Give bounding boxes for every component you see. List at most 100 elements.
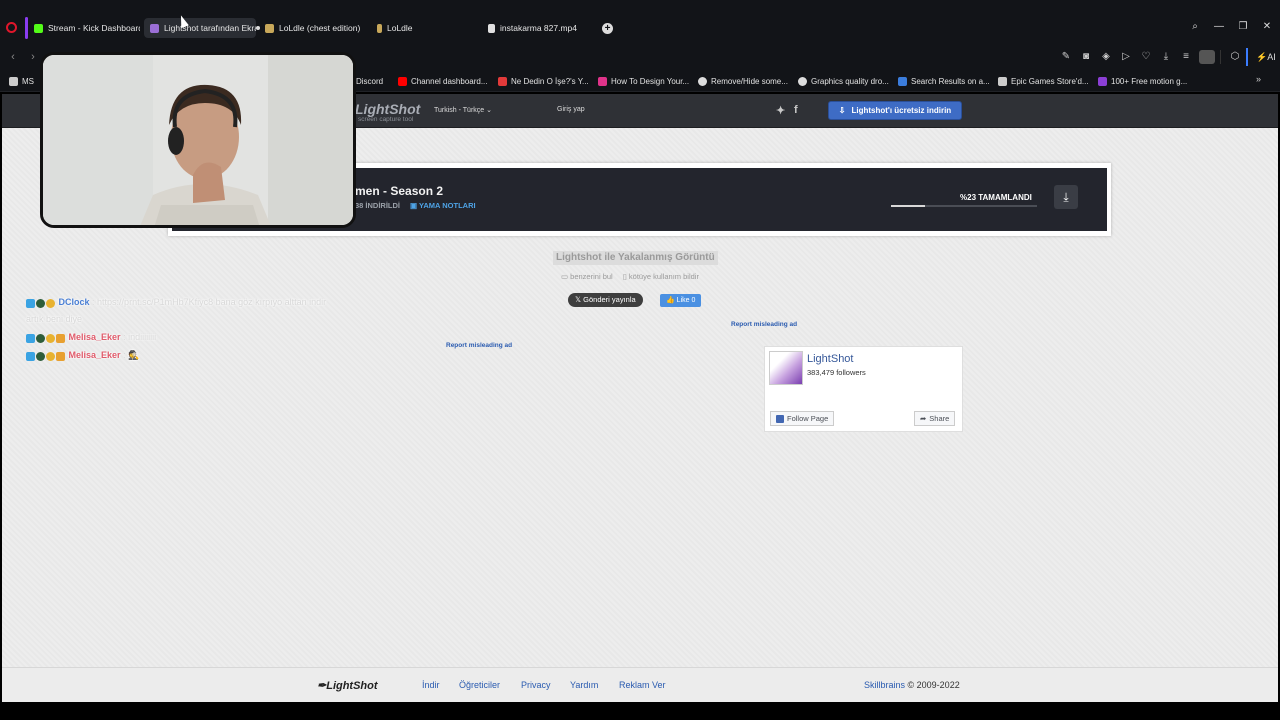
webcam-overlay xyxy=(40,52,356,228)
tab-instakarma[interactable]: instakarma 827.mp4 xyxy=(488,18,598,38)
forward-icon[interactable]: › xyxy=(26,50,40,64)
analytics-icon xyxy=(498,76,507,86)
share-button[interactable]: ➦ Share xyxy=(914,411,956,426)
toolbar-accent xyxy=(1246,48,1248,66)
profile-avatar[interactable] xyxy=(1199,50,1215,64)
report-ad-link-left[interactable]: Report misleading ad xyxy=(446,342,512,349)
chat-text: : indiiiiiiii xyxy=(123,332,157,342)
maximize-button[interactable]: ❐ xyxy=(1236,20,1250,34)
article-icon xyxy=(598,76,607,86)
facebook-icon[interactable]: f xyxy=(794,104,798,116)
download-icon[interactable]: ⤓ xyxy=(1159,50,1173,64)
play-icon[interactable]: ▷ xyxy=(1119,50,1133,64)
download-lightshot-button[interactable]: ⇩ Lightshot'ı ücretsiz indirin xyxy=(828,101,962,120)
follow-page-button[interactable]: Follow Page xyxy=(770,411,835,426)
ad-title: men - Season 2 xyxy=(355,184,444,198)
folder-icon xyxy=(9,76,18,86)
chat-username[interactable]: Melisa_Eker xyxy=(69,350,121,360)
tab-loldle[interactable]: LoLdle xyxy=(377,18,477,38)
language-select[interactable]: Turkish - Türkçe ⌄ xyxy=(434,106,492,114)
footer-logo[interactable]: ✒LightShot xyxy=(317,679,378,692)
gift-badge-icon xyxy=(56,351,65,361)
opera-logo-icon[interactable] xyxy=(6,22,17,33)
download-tray-icon: ⇩ xyxy=(838,106,846,115)
browser-window: { "tabs":[ {"label":"Stream - Kick Dashb… xyxy=(0,0,1280,720)
bookmark-ne-dedin[interactable]: Ne Dedin O İşe?'s Y... xyxy=(498,75,589,87)
youtube-icon xyxy=(398,76,407,86)
menu-icon[interactable]: ≡ xyxy=(1179,50,1193,64)
chat-username[interactable]: DClock xyxy=(59,297,90,307)
facebook-icon xyxy=(776,414,784,423)
footer-copyright: Skillbrains © 2009-2022 xyxy=(864,680,960,690)
epic-icon xyxy=(998,76,1007,86)
footer-link-privacy[interactable]: Privacy xyxy=(521,680,551,690)
bookmark-motion-graphics[interactable]: 100+ Free motion g... xyxy=(1098,75,1187,87)
feather-icon: ✒ xyxy=(317,680,327,692)
loldle-icon xyxy=(265,23,274,33)
kick-icon xyxy=(34,23,43,33)
report-abuse-link[interactable]: ▯ kötüye kullanım bildir xyxy=(623,272,699,281)
gift-badge-icon xyxy=(56,333,65,343)
close-window-button[interactable]: ✕ xyxy=(1260,20,1274,34)
shield-badge-icon xyxy=(36,298,45,308)
bookmark-how-to-design[interactable]: How To Design Your... xyxy=(598,75,689,87)
find-similar-link[interactable]: ▭ benzerini bul xyxy=(561,272,613,281)
lightshot-tagline: screen capture tool xyxy=(358,116,414,123)
twitter-icon[interactable]: ✦ xyxy=(776,104,785,117)
screenshot-links: ▭ benzerini bul ▯ kötüye kullanım bildir xyxy=(561,272,699,281)
share-icon: ➦ xyxy=(920,414,927,423)
camera-icon[interactable]: ◙ xyxy=(1079,50,1093,64)
moderator-badge-icon xyxy=(26,333,35,343)
new-tab-button[interactable]: + xyxy=(602,23,613,34)
chat-message: DClock : https://prnt.sc/P1mHb7Kfiyc8 ba… xyxy=(26,297,326,308)
bookmark-remove-hide[interactable]: Remove/Hide some... xyxy=(698,75,788,87)
login-link[interactable]: Giriş yap xyxy=(557,106,585,113)
bookmark-search-results[interactable]: Search Results on a... xyxy=(898,75,990,87)
report-ad-link[interactable]: Report misleading ad xyxy=(731,321,797,328)
streamer-silhouette xyxy=(43,55,353,225)
heart-icon[interactable]: ♡ xyxy=(1139,50,1153,64)
lightshot-feather-logo[interactable] xyxy=(769,351,803,385)
footer-link-download[interactable]: İndir xyxy=(422,680,440,690)
patch-notes-link[interactable]: ▣ YAMA NOTLARI xyxy=(410,201,476,210)
tab-kick-dashboard[interactable]: Stream - Kick Dashboard xyxy=(34,18,140,38)
tab-lightshot[interactable]: Lightshot tarafından Ekran xyxy=(144,18,256,38)
footer-link-advertise[interactable]: Reklam Ver xyxy=(619,680,666,690)
thumbs-up-icon: 👍 xyxy=(666,297,677,304)
bookmark-channel-dashboard[interactable]: Channel dashboard... xyxy=(398,75,488,87)
tab-audio-dot xyxy=(256,26,260,30)
cube-icon[interactable]: ⬡ xyxy=(1228,50,1242,64)
bookmark-epic-games[interactable]: Epic Games Store'd... xyxy=(998,75,1089,87)
fb-page-name[interactable]: LightShot xyxy=(807,353,853,365)
chat-badges xyxy=(26,298,56,308)
bookmark-graphics-quality[interactable]: Graphics quality dro... xyxy=(798,75,889,87)
sub-badge-icon xyxy=(46,298,55,308)
search-site-icon xyxy=(898,76,907,86)
search-tabs-icon[interactable]: ⌕ xyxy=(1188,20,1202,34)
tab-loldle-chest[interactable]: LoLdle (chest edition) xyxy=(265,18,367,38)
minimize-button[interactable]: — xyxy=(1212,20,1226,34)
ad-download-icon[interactable]: ⤓ xyxy=(1054,185,1078,209)
footer-link-tutorials[interactable]: Öğreticiler xyxy=(459,680,500,690)
tweet-button[interactable]: 𝕏 Gönderi yayınla xyxy=(568,293,643,307)
more-bookmarks-icon[interactable]: » xyxy=(1256,74,1261,84)
edit-icon[interactable]: ✎ xyxy=(1059,50,1073,64)
site-icon xyxy=(698,76,707,86)
moderator-badge-icon xyxy=(26,298,35,308)
bookmark-ms[interactable]: MS xyxy=(9,75,34,87)
notes-icon: ▣ xyxy=(410,201,420,210)
ad-progress-bar xyxy=(891,205,1037,207)
sidebar-accent xyxy=(25,17,28,39)
site-icon xyxy=(798,76,807,86)
sub-badge-icon xyxy=(46,333,55,343)
skillbrains-link[interactable]: Skillbrains xyxy=(864,680,905,690)
chat-username[interactable]: Melisa_Eker xyxy=(69,332,121,342)
ai-button[interactable]: ⚡AI xyxy=(1256,50,1276,64)
screenshot-caption: Lightshot ile Yakalanmış Görüntü xyxy=(553,251,718,265)
lightshot-logo[interactable]: LightShot xyxy=(355,101,420,117)
motion-icon xyxy=(1098,76,1107,86)
shield-icon[interactable]: ◈ xyxy=(1099,50,1113,64)
footer-link-help[interactable]: Yardım xyxy=(570,680,598,690)
back-icon[interactable]: ‹ xyxy=(6,50,20,64)
facebook-like-button[interactable]: 👍 Like 0 xyxy=(660,294,702,307)
